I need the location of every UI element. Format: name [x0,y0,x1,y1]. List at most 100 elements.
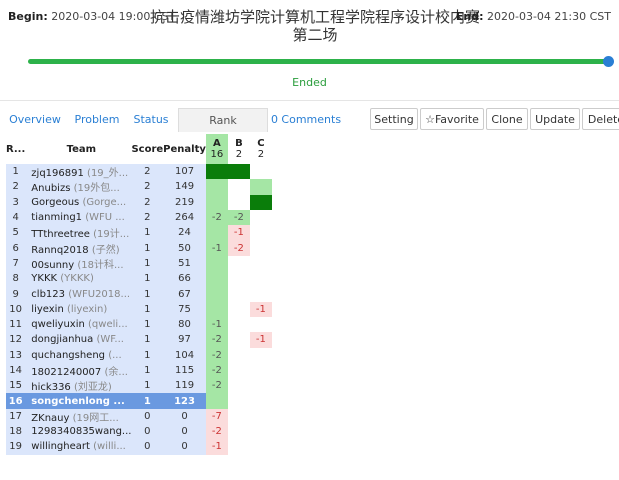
team-cell[interactable]: 00sunny (18计科... [25,255,132,272]
problem-cell[interactable] [227,179,250,195]
problem-cell[interactable]: -2 [205,347,228,363]
problem-cell[interactable] [227,408,250,425]
problem-cell[interactable]: -2 [205,424,228,440]
table-row[interactable]: 18 1298340835wang... 0 0 -2 [6,424,272,440]
problem-cell[interactable] [227,194,250,210]
team-name[interactable]: dongjianhua [31,334,93,345]
team-cell[interactable]: willingheart (willi... [25,439,132,455]
problem-cell[interactable] [227,164,250,180]
problem-cell[interactable] [227,362,250,379]
team-name[interactable]: clb123 [31,289,65,300]
table-row[interactable]: 10 liyexin (liyexin) 1 75 -1 [6,301,272,317]
problem-cell[interactable]: -1 [249,301,272,317]
problem-cell[interactable]: -2 [227,209,250,226]
tab-status[interactable]: Status [128,108,174,132]
team-name[interactable]: quchangsheng [31,350,105,361]
score-header[interactable]: Score [131,134,164,164]
team-cell[interactable]: Anubizs (19外包... [25,179,132,195]
table-row[interactable]: 19 willingheart (willi... 0 0 -1 [6,439,272,455]
problem-cell[interactable] [227,378,250,394]
table-row[interactable]: 8 YKKK (YKKK) 1 66 [6,271,272,287]
problem-cell[interactable] [205,286,228,302]
table-row[interactable]: 16 songchenlong ... 1 123 [6,393,272,409]
problem-cell[interactable] [249,378,272,394]
team-cell[interactable]: liyexin (liyexin) [25,301,132,317]
problem-cell[interactable]: -2 [205,209,228,226]
problem-cell[interactable] [249,408,272,425]
team-cell[interactable]: 18021240007 (余... [25,362,132,379]
team-name[interactable]: zjq196891 [31,168,84,179]
table-row[interactable]: 7 00sunny (18计科... 1 51 [6,255,272,272]
progress-slider-handle[interactable] [603,56,614,67]
team-cell[interactable]: dongjianhua (WF... [25,332,132,348]
team-name[interactable]: Gorgeous [31,197,79,208]
problem-cell[interactable]: -2 [205,378,228,394]
table-row[interactable]: 4 tianming1 (WFU ... 2 264 -2 -2 [6,209,272,226]
team-name[interactable]: 00sunny [31,260,74,271]
team-name[interactable]: qweliyuxin [31,319,85,330]
problem-cell[interactable] [249,316,272,333]
problem-cell[interactable] [205,179,228,195]
tab-problem[interactable]: Problem [70,108,124,132]
problem-cell[interactable] [249,225,272,241]
problem-cell[interactable] [227,301,250,317]
problem-c-header[interactable]: C2 [249,134,272,164]
problem-cell[interactable]: -1 [205,240,228,256]
problem-cell[interactable] [249,164,272,180]
problem-b-header[interactable]: B2 [227,134,250,164]
table-row[interactable]: 9 clb123 (WFU2018... 1 67 [6,286,272,302]
table-row[interactable]: 3 Gorgeous (Gorge... 2 219 [6,194,272,210]
problem-a-header[interactable]: A 16 [205,134,228,164]
problem-cell[interactable] [249,271,272,287]
team-name[interactable]: willingheart [31,441,90,452]
team-cell[interactable]: 1298340835wang... [25,424,132,440]
table-row[interactable]: 2 Anubizs (19外包... 2 149 [6,179,272,195]
problem-cell[interactable] [227,286,250,302]
table-row[interactable]: 13 quchangsheng (... 1 104 -2 [6,347,272,363]
problem-cell[interactable] [205,255,228,272]
team-cell[interactable]: Rannq2018 (子然) [25,240,132,256]
team-name[interactable]: tianming1 [31,212,82,223]
problem-cell[interactable] [205,393,228,409]
table-row[interactable]: 12 dongjianhua (WF... 1 97 -2 -1 [6,332,272,348]
rank-header[interactable]: R... [6,134,26,164]
team-cell[interactable]: Gorgeous (Gorge... [25,194,132,210]
team-cell[interactable]: YKKK (YKKK) [25,271,132,287]
problem-cell[interactable] [249,194,272,210]
setting-button[interactable]: Setting [370,108,418,130]
problem-cell[interactable]: -7 [205,408,228,425]
team-cell[interactable]: ZKnauy (19网工... [25,408,132,425]
problem-cell[interactable] [249,439,272,455]
problem-cell[interactable] [249,362,272,379]
problem-cell[interactable]: -2 [227,240,250,256]
problem-cell[interactable] [227,439,250,455]
team-cell[interactable]: songchenlong ... [25,393,132,409]
team-cell[interactable]: clb123 (WFU2018... [25,286,132,302]
table-row[interactable]: 15 hick336 (刘亚龙) 1 119 -2 [6,378,272,394]
team-name[interactable]: liyexin [31,304,64,315]
problem-cell[interactable] [249,255,272,272]
team-name[interactable]: TTthreetree [31,229,90,240]
problem-cell[interactable] [249,240,272,256]
team-header[interactable]: Team [25,134,132,164]
problem-cell[interactable] [205,271,228,287]
problem-cell[interactable]: -1 [227,225,250,241]
penalty-header[interactable]: Penalty [163,134,206,164]
table-row[interactable]: 17 ZKnauy (19网工... 0 0 -7 [6,408,272,425]
problem-cell[interactable]: -1 [249,332,272,348]
problem-cell[interactable] [227,332,250,348]
problem-cell[interactable] [205,301,228,317]
problem-cell[interactable]: -2 [205,332,228,348]
team-name[interactable]: Rannq2018 [31,245,88,256]
problem-cell[interactable] [227,393,250,409]
team-name[interactable]: YKKK [31,273,57,284]
clone-button[interactable]: Clone [486,108,528,130]
problem-cell[interactable] [227,316,250,333]
problem-cell[interactable]: -1 [205,439,228,455]
problem-cell[interactable] [205,194,228,210]
problem-cell[interactable] [249,286,272,302]
team-cell[interactable]: hick336 (刘亚龙) [25,378,132,394]
tab-comments[interactable]: 0 Comments [270,108,342,132]
team-cell[interactable]: tianming1 (WFU ... [25,209,132,226]
problem-cell[interactable] [249,393,272,409]
